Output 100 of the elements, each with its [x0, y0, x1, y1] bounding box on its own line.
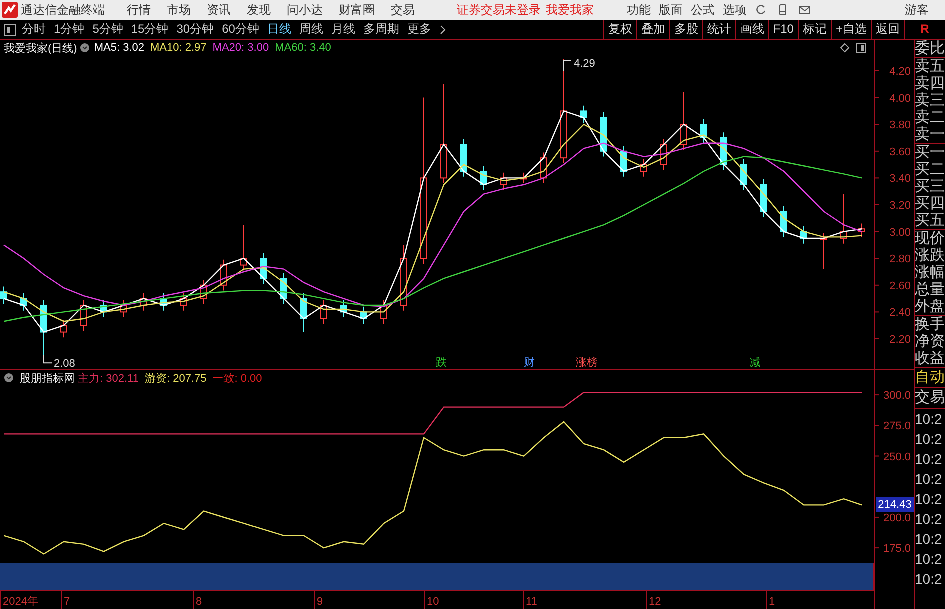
toolbar-button[interactable]: 画线: [735, 20, 768, 39]
axis-label: 4.00: [890, 92, 911, 105]
menu-item[interactable]: 行情: [127, 2, 151, 18]
candlestick: [858, 223, 866, 238]
candlestick: [20, 292, 28, 312]
quote-label: 涨幅: [915, 264, 945, 281]
period-tab[interactable]: 分时: [22, 21, 46, 38]
candlestick: [700, 118, 708, 144]
quote-label: 卖四: [915, 75, 945, 92]
quote-label: 买五: [915, 212, 945, 229]
toolbar-button[interactable]: 返回: [871, 20, 904, 39]
menu-item[interactable]: 问小达: [287, 2, 323, 18]
period-tab[interactable]: 60分钟: [222, 21, 260, 38]
period-tab[interactable]: 日线: [267, 21, 292, 38]
candlestick: [380, 300, 388, 325]
menu-item[interactable]: 资讯: [207, 2, 231, 18]
chevron-right-icon[interactable]: [440, 24, 448, 34]
candlestick: [840, 194, 848, 244]
event-marker: 跌: [436, 357, 447, 369]
panel-toggle-icon[interactable]: [4, 24, 16, 36]
toolbar-button[interactable]: 统计: [702, 20, 736, 39]
price-annotation: 4.29: [574, 58, 596, 70]
trade-time: 10:2: [915, 410, 944, 429]
menu-item[interactable]: 版面: [659, 2, 683, 18]
candlestick: [400, 244, 408, 312]
quote-label: 买四: [915, 195, 945, 212]
menu-item[interactable]: 公式: [691, 2, 715, 18]
trade-time: 10:2: [915, 430, 944, 449]
axis-label: 3.80: [890, 120, 911, 132]
event-marker: 减: [750, 357, 761, 369]
period-tab[interactable]: 1分钟: [54, 21, 85, 38]
candlestick: [740, 158, 748, 191]
trade-time: 10:2: [915, 470, 944, 489]
candlestick: [520, 172, 528, 184]
toolbar-button[interactable]: +自选: [830, 20, 871, 39]
menu-item[interactable]: 财富圈: [339, 2, 375, 18]
auto-mode-label[interactable]: 自动: [915, 368, 945, 388]
candlestick: [120, 300, 128, 318]
trade-time: 10:2: [915, 570, 944, 589]
menu-item[interactable]: 功能: [627, 2, 651, 18]
quote-label: 买三: [915, 178, 945, 195]
trade-time: 10:2: [915, 530, 944, 549]
trade-time: 10:2: [915, 450, 944, 469]
menu-item[interactable]: 选项: [723, 2, 747, 18]
quote-label: 净资: [915, 333, 945, 350]
quote-label: 收益: [915, 350, 945, 367]
axis-label: 2.60: [890, 280, 911, 292]
panel-toggle-icon[interactable]: [856, 43, 866, 53]
toolbar-button[interactable]: F10: [768, 20, 798, 39]
toolbar-button[interactable]: 标记: [798, 20, 831, 39]
candlestick: [140, 292, 148, 312]
candlestick: [360, 306, 368, 325]
toolbar-button[interactable]: 叠加: [636, 20, 670, 39]
axis-label: 2.20: [890, 334, 911, 346]
candlestick: [820, 232, 828, 270]
leader-line: [564, 60, 572, 72]
axis-label: 250.0: [883, 451, 911, 464]
phone-icon[interactable]: [777, 4, 789, 16]
period-tab[interactable]: 30分钟: [176, 21, 214, 38]
settings-icon[interactable]: [80, 43, 90, 53]
r-label[interactable]: R: [904, 20, 945, 39]
quote-label: 买二: [915, 161, 945, 178]
axis-label: 3.00: [890, 226, 911, 239]
date-axis-label: 1: [769, 596, 776, 608]
toolbar-button[interactable]: 复权: [603, 20, 636, 39]
quote-label: 外盘: [915, 298, 945, 315]
status-notice[interactable]: 证券交易未登录: [457, 2, 541, 18]
period-tab[interactable]: 月线: [331, 21, 356, 38]
diamond-icon[interactable]: [840, 43, 850, 53]
candlestick: [680, 92, 688, 151]
quote-label: 现价: [915, 230, 945, 247]
toolbar-button[interactable]: 多股: [669, 20, 702, 39]
candlestick: [240, 224, 248, 272]
candlestick: [260, 252, 268, 285]
candlestick: [180, 292, 188, 312]
refresh-icon[interactable]: [755, 4, 767, 16]
status-notice[interactable]: 我爱我家: [546, 2, 594, 18]
mail-icon[interactable]: [799, 4, 811, 16]
event-marker: 涨榜: [576, 357, 598, 369]
candlestick: [80, 300, 88, 332]
menu-item[interactable]: 交易: [391, 2, 415, 18]
date-axis-label: 2024年: [3, 596, 38, 608]
date-axis-label: 7: [64, 596, 70, 608]
candlestick: [220, 259, 228, 292]
candlestick: [640, 158, 648, 178]
candlestick: [600, 112, 608, 158]
period-tab[interactable]: 5分钟: [92, 21, 124, 38]
period-tab[interactable]: 周线: [299, 21, 324, 38]
value-label: 214.43: [876, 497, 914, 512]
axis-label: 2.80: [890, 254, 911, 266]
menu-item[interactable]: 发现: [247, 2, 271, 18]
candlestick: [780, 206, 788, 238]
settings-icon[interactable]: [4, 373, 14, 383]
menu-item[interactable]: 市场: [167, 2, 191, 18]
date-axis-label: 9: [317, 596, 324, 608]
user-label[interactable]: 游客: [905, 2, 929, 18]
period-tab[interactable]: 15分钟: [131, 21, 169, 38]
indicator-title: 股朋指标网: [20, 372, 75, 386]
period-tab[interactable]: 多周期: [363, 21, 400, 38]
more-menu[interactable]: 更多: [407, 21, 432, 38]
